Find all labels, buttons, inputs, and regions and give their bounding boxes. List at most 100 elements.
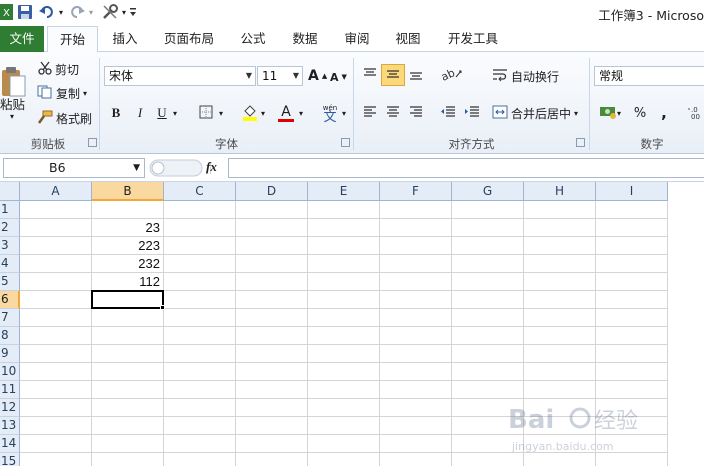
fill-handle[interactable] <box>160 305 165 310</box>
row-header-9[interactable]: 9 <box>0 345 20 363</box>
align-bottom-button[interactable] <box>404 64 428 86</box>
tab-page-layout[interactable]: 页面布局 <box>154 26 224 52</box>
comma-button[interactable]: , <box>652 102 676 124</box>
tab-home[interactable]: 开始 <box>47 26 98 53</box>
tab-view[interactable]: 视图 <box>387 26 429 52</box>
row-header-12[interactable]: 12 <box>0 399 20 417</box>
save-icon[interactable] <box>16 2 34 22</box>
row-header-7[interactable]: 7 <box>0 309 20 327</box>
clipboard-launcher-icon[interactable] <box>88 138 97 147</box>
column-header-h[interactable]: H <box>524 182 596 201</box>
row-header-14[interactable]: 14 <box>0 435 20 453</box>
copy-dropdown-icon[interactable]: ▾ <box>83 89 87 98</box>
row-header-5[interactable]: 5 <box>0 273 20 291</box>
excel-icon[interactable]: X <box>0 2 14 22</box>
currency-button[interactable]: ▾ <box>596 102 624 124</box>
merge-dropdown-icon[interactable]: ▾ <box>574 109 578 118</box>
gridline-horizontal <box>20 380 668 381</box>
copy-button[interactable]: 复制 ▾ <box>37 82 87 104</box>
tools-dropdown-icon[interactable]: ▾ <box>120 2 128 22</box>
format-painter-button[interactable]: 格式刷 <box>37 107 92 129</box>
wrap-text-icon <box>492 68 508 85</box>
undo-dropdown-icon[interactable]: ▾ <box>57 2 65 22</box>
bold-button[interactable]: B <box>104 102 128 124</box>
align-top-button[interactable] <box>358 64 382 86</box>
column-header-f[interactable]: F <box>380 182 452 201</box>
tools-icon[interactable] <box>100 2 120 22</box>
font-color-button[interactable]: A <box>274 102 298 124</box>
phonetic-dropdown-icon[interactable]: ▾ <box>339 102 349 124</box>
gridline-horizontal <box>20 236 668 237</box>
alignment-launcher-icon[interactable] <box>576 138 585 147</box>
row-header-1[interactable]: 1 <box>0 201 20 219</box>
copy-icon <box>37 85 53 102</box>
tab-review[interactable]: 审阅 <box>336 26 378 52</box>
borders-dropdown-icon[interactable]: ▾ <box>216 102 226 124</box>
column-header-d[interactable]: D <box>236 182 308 201</box>
fill-color-dropdown-icon[interactable]: ▾ <box>258 102 268 124</box>
orientation-button[interactable]: ab <box>438 64 466 86</box>
underline-dropdown-icon[interactable]: ▾ <box>170 102 180 124</box>
active-cell-outline[interactable] <box>91 290 164 309</box>
row-header-13[interactable]: 13 <box>0 417 20 435</box>
tab-developer[interactable]: 开发工具 <box>440 26 506 52</box>
align-right-button[interactable] <box>404 102 428 124</box>
decrease-indent-button[interactable] <box>436 102 460 124</box>
column-header-c[interactable]: C <box>164 182 236 201</box>
redo-icon[interactable] <box>68 2 86 22</box>
gridline-vertical <box>307 201 308 466</box>
formula-input[interactable] <box>228 158 704 178</box>
column-header-i[interactable]: I <box>596 182 668 201</box>
font-name-combo[interactable]: 宋体 ▼ <box>104 66 256 86</box>
merge-center-button[interactable]: 合并后居中 ▾ <box>492 102 578 124</box>
row-header-10[interactable]: 10 <box>0 363 20 381</box>
alignment-group-label: 对齐方式 <box>448 137 495 151</box>
redo-dropdown-icon[interactable]: ▾ <box>87 2 95 22</box>
tab-insert[interactable]: 插入 <box>104 26 146 52</box>
increase-indent-button[interactable] <box>460 102 484 124</box>
row-header-11[interactable]: 11 <box>0 381 20 399</box>
align-middle-button[interactable] <box>381 64 405 86</box>
row-header-6[interactable]: 6 <box>0 291 20 309</box>
tab-file[interactable]: 文件 <box>0 26 44 52</box>
font-color-dropdown-icon[interactable]: ▾ <box>296 102 306 124</box>
column-header-g[interactable]: G <box>452 182 524 201</box>
cell-b4[interactable]: 232 <box>92 256 160 271</box>
undo-icon[interactable] <box>38 2 56 22</box>
spreadsheet-grid[interactable]: ABCDEFGHI 1 2 3 4 5 6 7 8 9 10 11 12 13 14 15 23 223 232… <box>0 182 704 466</box>
shrink-font-button[interactable]: A ▼ <box>330 66 348 88</box>
gridline-horizontal <box>20 326 668 327</box>
row-header-4[interactable]: 4 <box>0 255 20 273</box>
italic-button[interactable]: I <box>128 102 152 124</box>
tab-formulas[interactable]: 公式 <box>232 26 274 52</box>
row-header-15[interactable]: 15 <box>0 453 20 466</box>
name-box[interactable]: B6 ▼ <box>3 158 145 178</box>
row-header-2[interactable]: 2 <box>0 219 20 237</box>
select-all-corner[interactable] <box>0 182 20 201</box>
row-header-3[interactable]: 3 <box>0 237 20 255</box>
cell-b3[interactable]: 223 <box>92 238 160 253</box>
row-header-8[interactable]: 8 <box>0 327 20 345</box>
font-launcher-icon[interactable] <box>341 138 350 147</box>
font-size-combo[interactable]: 11 ▼ <box>257 66 303 86</box>
borders-button[interactable] <box>194 102 218 124</box>
increase-decimal-button[interactable]: .0 00 <box>684 102 704 124</box>
merge-center-label: 合并后居中 <box>511 106 572 121</box>
customize-icon[interactable] <box>128 2 138 22</box>
cell-b5[interactable]: 112 <box>92 274 160 289</box>
column-header-a[interactable]: A <box>20 182 92 201</box>
paste-dropdown-icon[interactable]: ▾ <box>10 112 14 121</box>
insert-function-button[interactable]: fx <box>206 159 217 175</box>
percent-button[interactable]: % <box>628 102 652 124</box>
wrap-text-button[interactable]: 自动换行 <box>492 65 559 87</box>
grow-font-button[interactable]: A ▲ <box>308 65 327 87</box>
number-format-combo[interactable]: 常规 <box>594 66 704 86</box>
column-header-e[interactable]: E <box>308 182 380 201</box>
cell-b2[interactable]: 23 <box>92 220 160 235</box>
column-header-b[interactable]: B <box>92 182 164 201</box>
align-middle-icon <box>386 68 400 83</box>
cut-button[interactable]: 剪切 <box>38 58 79 80</box>
tab-data[interactable]: 数据 <box>284 26 326 52</box>
align-left-button[interactable] <box>358 102 382 124</box>
align-center-button[interactable] <box>381 102 405 124</box>
